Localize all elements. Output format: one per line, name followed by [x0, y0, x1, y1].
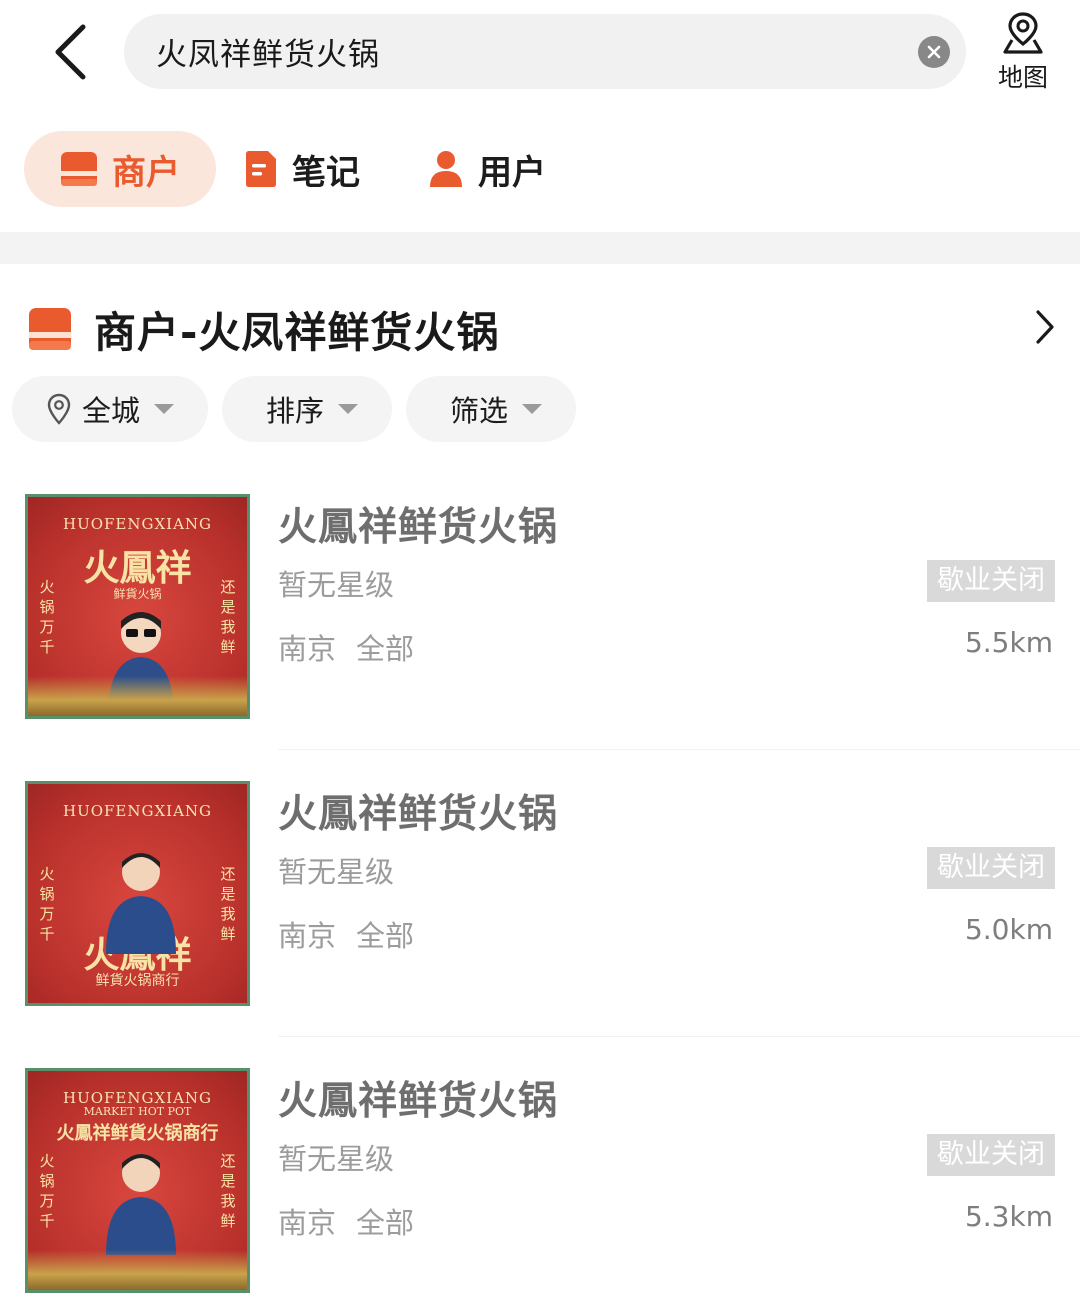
- poster-subtitle: 鲜貨火锅: [113, 587, 162, 601]
- chevron-right-icon[interactable]: [1034, 308, 1056, 346]
- merchant-name[interactable]: 火鳳祥鲜货火锅: [278, 496, 558, 552]
- poster-brand: 火鳳祥: [83, 547, 192, 589]
- merchant-city: 南京: [278, 919, 337, 953]
- map-button[interactable]: 地图: [988, 10, 1058, 100]
- merchant-list: HUOFENGXIANG 火鳳祥 鲜貨火锅 火锅万千 还是我鲜 火鳳祥鲜货火锅 …: [0, 494, 1080, 1314]
- shop-icon: [61, 152, 97, 186]
- poster-image: HUOFENGXIANG 火鳳祥 鲜貨火锅 火锅万千 还是我鲜: [28, 497, 247, 716]
- list-item[interactable]: HUOFENGXIANG MARKET HOT POT 火鳳祥鲜貨火锅商行 火锅…: [0, 1068, 1080, 1314]
- search-input[interactable]: 火凤祥鲜货火锅: [124, 14, 966, 89]
- filter-screen[interactable]: 筛选: [406, 376, 577, 442]
- person-figure-icon: [106, 1154, 176, 1255]
- list-item[interactable]: HUOFENGXIANG 火鳳祥 鲜貨火锅商行 火锅万千 还是我鲜 火鳳祥鲜货火…: [0, 781, 1080, 1068]
- chevron-left-icon: [55, 24, 86, 80]
- merchant-thumbnail: HUOFENGXIANG 火鳳祥 鲜貨火锅 火锅万千 还是我鲜: [25, 494, 250, 719]
- merchant-distance: 5.5km: [964, 626, 1053, 659]
- merchant-name[interactable]: 火鳳祥鲜货火锅: [278, 783, 558, 839]
- back-button[interactable]: [40, 20, 100, 84]
- merchant-thumbnail: HUOFENGXIANG 火鳳祥 鲜貨火锅商行 火锅万千 还是我鲜: [25, 781, 250, 1006]
- caret-down-icon: [338, 404, 359, 414]
- tab-merchants[interactable]: 商户: [24, 131, 216, 207]
- shop-icon: [29, 308, 71, 350]
- merchant-distance: 5.3km: [964, 1200, 1053, 1233]
- section-divider: [0, 232, 1080, 264]
- poster-subtitle: 鲜貨火锅商行: [95, 973, 180, 989]
- tab-label: 商户: [112, 152, 180, 193]
- poster-right-slogan: 还是我鲜: [220, 578, 236, 656]
- merchant-category: 全部: [356, 632, 415, 666]
- user-icon: [430, 151, 462, 187]
- top-bar: 火凤祥鲜货火锅 地图: [0, 0, 1080, 110]
- poster-subtitle: MARKET HOT POT: [83, 1105, 192, 1118]
- merchant-city: 南京: [278, 632, 337, 666]
- status-badge: 歇业关闭: [927, 847, 1055, 889]
- merchant-section-header[interactable]: 商户-火凤祥鲜货火锅: [28, 294, 1068, 364]
- poster-gold-band: [28, 676, 247, 716]
- merchant-location: 南京 全部: [278, 913, 414, 955]
- caret-down-icon: [522, 404, 543, 414]
- search-type-tabs: 商户 笔记 用户: [24, 130, 586, 208]
- poster-left-slogan: 火锅万千: [39, 578, 55, 656]
- status-badge: 歇业关闭: [927, 1134, 1055, 1176]
- merchant-name[interactable]: 火鳳祥鲜货火锅: [278, 1070, 558, 1126]
- section-title: 商户-火凤祥鲜货火锅: [94, 307, 500, 357]
- tab-label: 笔记: [292, 152, 360, 193]
- filter-bar: 全城 排序 筛选: [12, 376, 590, 442]
- merchant-rating: 暂无星级: [278, 1142, 395, 1176]
- poster-image: HUOFENGXIANG 火鳳祥 鲜貨火锅商行 火锅万千 还是我鲜: [28, 784, 247, 1003]
- search-value: 火凤祥鲜货火锅: [156, 37, 380, 73]
- row-divider: [278, 1036, 1080, 1037]
- merchant-location: 南京 全部: [278, 626, 414, 668]
- map-label: 地图: [997, 63, 1048, 92]
- merchant-distance: 5.0km: [964, 913, 1053, 946]
- merchant-thumbnail: HUOFENGXIANG MARKET HOT POT 火鳳祥鲜貨火锅商行 火锅…: [25, 1068, 250, 1293]
- caret-down-icon: [154, 404, 175, 414]
- clear-search-button[interactable]: [918, 36, 950, 68]
- merchant-category: 全部: [356, 1206, 415, 1240]
- merchant-category: 全部: [356, 919, 415, 953]
- poster-image: HUOFENGXIANG MARKET HOT POT 火鳳祥鲜貨火锅商行 火锅…: [28, 1071, 247, 1290]
- tab-notes[interactable]: 笔记: [216, 131, 400, 207]
- merchant-city: 南京: [278, 1206, 337, 1240]
- merchant-location: 南京 全部: [278, 1200, 414, 1242]
- poster-left-slogan: 火锅万千: [39, 1152, 55, 1230]
- poster-gold-band: [28, 1250, 247, 1290]
- poster-left-slogan: 火锅万千: [39, 865, 55, 943]
- poster-brand: 火鳳祥鲜貨火锅商行: [56, 1123, 219, 1144]
- map-pin-icon: [1003, 12, 1043, 54]
- poster-english-title: HUOFENGXIANG: [62, 515, 213, 533]
- poster-right-slogan: 还是我鲜: [220, 865, 236, 943]
- note-icon: [246, 151, 276, 187]
- filter-label: 排序: [266, 394, 325, 428]
- poster-english-title: HUOFENGXIANG: [62, 802, 213, 820]
- person-figure-icon: [106, 853, 176, 954]
- merchant-rating: 暂无星级: [278, 855, 395, 889]
- tab-users[interactable]: 用户: [400, 131, 586, 207]
- filter-label: 筛选: [450, 394, 509, 428]
- tab-label: 用户: [478, 152, 546, 193]
- location-pin-icon: [47, 393, 71, 425]
- filter-label: 全城: [82, 394, 141, 428]
- merchant-rating: 暂无星级: [278, 568, 395, 602]
- close-icon: [927, 45, 941, 59]
- poster-right-slogan: 还是我鲜: [220, 1152, 236, 1230]
- list-item[interactable]: HUOFENGXIANG 火鳳祥 鲜貨火锅 火锅万千 还是我鲜 火鳳祥鲜货火锅 …: [0, 494, 1080, 781]
- row-divider: [278, 749, 1080, 750]
- status-badge: 歇业关闭: [927, 560, 1055, 602]
- filter-area[interactable]: 全城: [12, 376, 209, 442]
- filter-sort[interactable]: 排序: [222, 376, 393, 442]
